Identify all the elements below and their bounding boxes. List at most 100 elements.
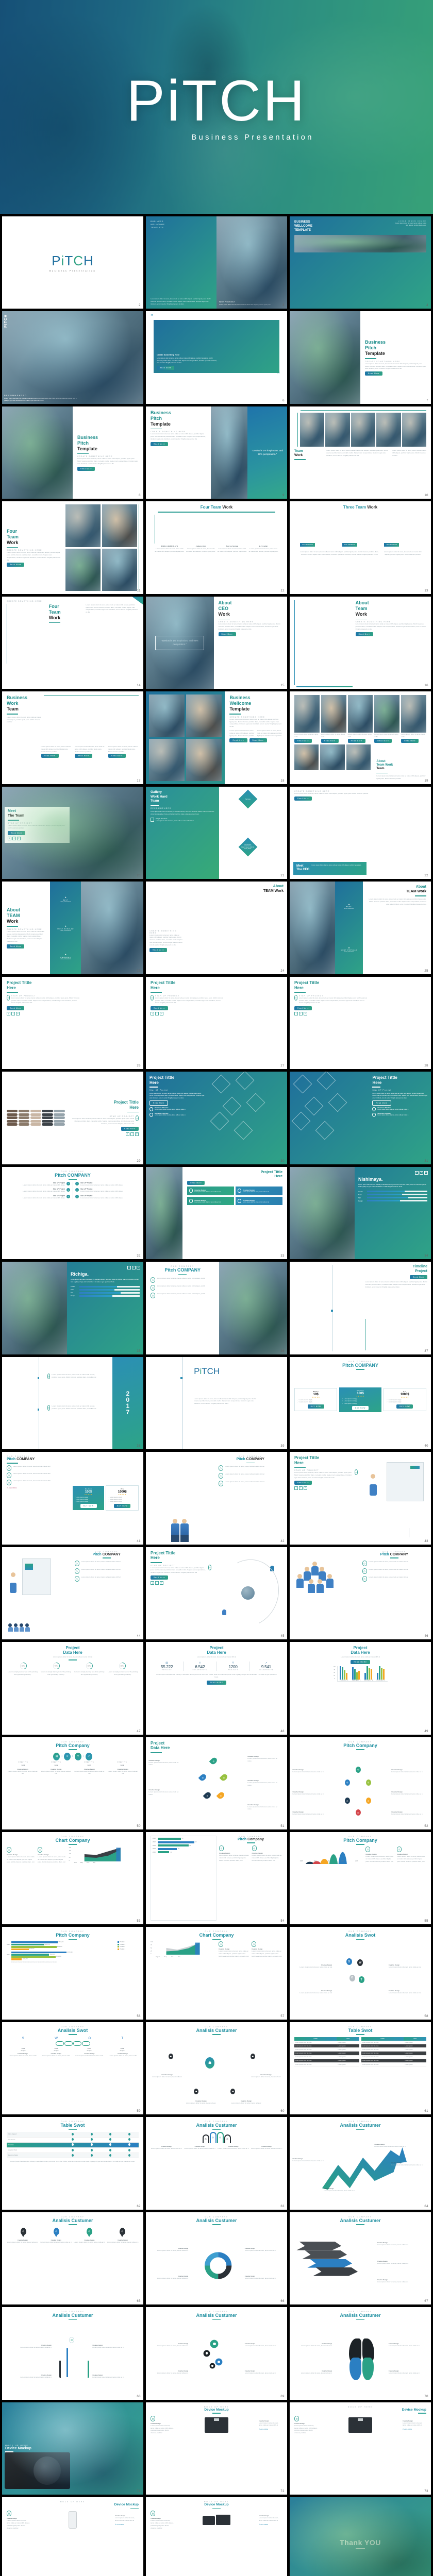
- slide-thumbnail[interactable]: Create Something Here Lorem ipsum dolor s…: [290, 786, 431, 879]
- feature-card[interactable]: Creative Design Lorem ipsum dolor sit ame…: [236, 1186, 282, 1195]
- slide-thumbnail[interactable]: MOCK UP HERE Device Mockup ▤ Creative Des…: [146, 2497, 287, 2576]
- read-more-button[interactable]: Read More: [77, 466, 95, 471]
- read-more-button[interactable]: Read More: [229, 738, 247, 743]
- social-icon[interactable]: t: [8, 836, 11, 840]
- slide-thumbnail[interactable]: BUSINESS WELLCOME TEMPLATE Lorem ipsum dol…: [146, 216, 287, 309]
- social-icon[interactable]: t: [126, 1132, 129, 1136]
- slide-thumbnail[interactable]: OUR COMPANY Analisis Custumer Creative D…: [146, 2212, 287, 2305]
- slide-thumbnail[interactable]: OUR COMPANY Analisis Custumer ◎ ◎ ◎ ◎ Cr…: [146, 2117, 287, 2210]
- slide-thumbnail[interactable]: Project Data Here Lorem ipsum dolor sit a…: [146, 1642, 287, 1735]
- slide-thumbnail[interactable]: OUR COMPANY Analisis Swot Creative Desig…: [290, 1927, 431, 2020]
- slide-thumbnail[interactable]: Business Pitch Template Create Something He…: [2, 406, 143, 499]
- slide-thumbnail[interactable]: tfP Nishimaya. Lorem Ipsum has been the …: [290, 1166, 431, 1260]
- slide-thumbnail[interactable]: About TEAM Work Create Something Here Lore…: [146, 882, 287, 974]
- slide-thumbnail[interactable]: Project Tittle Here Star UP Project Lorem…: [146, 1072, 287, 1164]
- slide-thumbnail[interactable]: PITCH RECOMMENDED Lorem Ipsum has been t…: [2, 311, 143, 404]
- social-icon[interactable]: P: [160, 1581, 163, 1585]
- slide-thumbnail[interactable]: Project Data Here Lorem ipsum dolor sit a…: [290, 1642, 431, 1735]
- slide-thumbnail[interactable]: OUR COMPANY Pitch COMPANY BASIC 10$ ★★★★…: [290, 1357, 431, 1450]
- buy-now-button[interactable]: BUY NOW: [352, 1405, 369, 1410]
- slide-thumbnail[interactable]: About TEAM Work Create Something Here Lorem …: [2, 882, 143, 974]
- social-icon[interactable]: P: [136, 1266, 140, 1270]
- slide-thumbnail[interactable]: ★ BEST amet, consectetur ★ MOST POPULAR amet,…: [290, 882, 431, 974]
- slide-thumbnail[interactable]: OUR COMPANY Pitch Company 2008 2010 2012 20…: [290, 1832, 431, 1925]
- social-icon[interactable]: P: [304, 1486, 307, 1490]
- social-icon[interactable]: P: [135, 1132, 139, 1136]
- slide-thumbnail[interactable]: OUR COMPANY Table Swot NAME INFO Lorem ip…: [290, 2022, 431, 2115]
- slide-thumbnail[interactable]: OUR COMPANY Analisis Swot SWOT 2015 Proje…: [2, 2022, 143, 2115]
- slide-thumbnail[interactable]: BUSINESS WELLCOME TEMPLATE LOREM IPSUM DOL…: [290, 216, 431, 309]
- pricing-card[interactable]: Pro 1000$ ★★★★★ ✓ Lorem ipsum is simply ✓ …: [106, 1485, 139, 1511]
- slide-thumbnail[interactable]: OUR COMPANY Analisis Custumer Creative D…: [290, 2307, 431, 2400]
- read-more-button[interactable]: READ MORE: [207, 1681, 226, 1685]
- pricing-card[interactable]: Medium 100$ ★★★★★ ✓ Lorem ipsum is simply…: [339, 1387, 381, 1412]
- slide-thumbnail[interactable]: OUR COMPANY Pitch COMPANY ◷ Lorem ipsum d…: [2, 1452, 143, 1545]
- slide-thumbnail[interactable]: Thank YOU: [290, 2497, 431, 2576]
- slide-thumbnail[interactable]: OUR COMPANY Analisis Custumer Creative D…: [146, 2307, 287, 2400]
- slide-thumbnail[interactable]: OUR COMPANY Pitch Company $644,200 2014 …: [2, 1927, 143, 2020]
- social-icon[interactable]: P: [16, 1012, 20, 1016]
- social-icon[interactable]: f: [419, 1171, 423, 1175]
- read-more-button[interactable]: Read More: [74, 754, 92, 758]
- slide-thumbnail[interactable]: MOCK UP HERE Device Mockup ▤ Creative Des…: [290, 2402, 431, 2495]
- read-more-button[interactable]: Read More: [374, 739, 392, 743]
- slide-thumbnail[interactable]: Business Work Team Lorem ipsum dolor sit am…: [2, 691, 143, 784]
- read-more-button[interactable]: Read More: [321, 739, 339, 743]
- social-icon[interactable]: f: [130, 1132, 134, 1136]
- slide-thumbnail[interactable]: OUR COMPANY Analisis Custumer ▤ Creative…: [2, 2307, 143, 2400]
- slide-thumbnail[interactable]: Team Work Lorem ipsum dolor sit amet, lac…: [290, 406, 431, 499]
- slide-thumbnail[interactable]: Create Something Here Four Team Work Lorem…: [2, 596, 143, 689]
- slide-thumbnail[interactable]: Project Tittle Here Star UP Project Lorem…: [290, 1072, 431, 1164]
- read-more-button[interactable]: Read More: [347, 739, 365, 743]
- slide-thumbnail[interactable]: Project Tittle Here Star UP Project Lorem …: [290, 1452, 431, 1545]
- social-links[interactable]: tfP: [151, 1581, 211, 1585]
- slide-thumbnail[interactable]: OUR COMPANY Analisis Custumer Creative D…: [290, 2117, 431, 2210]
- buy-now-button[interactable]: BUY NOW: [80, 1504, 97, 1509]
- slide-thumbnail[interactable]: OUR COMPANY Chart Company ◷ Creative Desi…: [2, 1832, 143, 1925]
- social-icon[interactable]: t: [7, 1012, 10, 1016]
- slide-thumbnail[interactable]: OUR COMPANY Analisis Custumer Creative D…: [290, 2212, 431, 2305]
- slide-thumbnail[interactable]: Project Data Here Lorem ipsum dolor sit a…: [2, 1642, 143, 1735]
- social-icon[interactable]: t: [151, 1012, 154, 1016]
- read-more-button[interactable]: Read More: [7, 1006, 25, 1011]
- slide-thumbnail[interactable]: Project Tittle Here Star UP Project Lorem …: [146, 1547, 287, 1640]
- read-more-button[interactable]: Read More: [294, 739, 312, 743]
- slide-thumbnail[interactable]: Gallery Work Hard Team RECOMMENDED Lorem I…: [146, 786, 287, 879]
- slide-thumbnail[interactable]: PiTCH Business Presentation 2: [2, 216, 143, 309]
- feature-card[interactable]: Creative Design Lorem ipsum dolor sit ame…: [236, 1196, 282, 1206]
- slide-thumbnail[interactable]: 2010 60 2012 95 2013 80 2014 50 2015 30: [146, 1832, 287, 1925]
- social-icon[interactable]: t: [294, 1012, 298, 1016]
- slide-thumbnail[interactable]: MOCK UP HERE Device Mockup ▤ Creative Des…: [2, 2497, 143, 2576]
- buy-now-button[interactable]: BUY NOW: [307, 1404, 324, 1409]
- slide-thumbnail[interactable]: OUR COMPANY Pitch Company Creative Desig…: [290, 1737, 431, 1829]
- slide-thumbnail[interactable]: OUR COMPANY Pitch COMPANY ◷ Lorem ipsum d…: [146, 1262, 287, 1354]
- slide-thumbnail[interactable]: Project Tittle Here Read More Creative De…: [146, 1166, 287, 1260]
- read-more-button[interactable]: Read More: [7, 563, 25, 567]
- slide-thumbnail[interactable]: MOCK UP HERE Device Mockup ▤ Creative Des…: [146, 2402, 287, 2495]
- read-more-button[interactable]: Read More: [401, 739, 419, 743]
- read-more-button[interactable]: Read More: [249, 738, 267, 743]
- read-more-button[interactable]: Read More: [121, 1126, 139, 1131]
- social-icon[interactable]: P: [160, 1012, 163, 1016]
- slide-thumbnail[interactable]: About Team Work Create Something Here Lorem …: [290, 596, 431, 689]
- feature-card[interactable]: Creative Design Lorem ipsum dolor sit ame…: [187, 1196, 235, 1206]
- read-more-button[interactable]: Read More: [294, 1006, 312, 1011]
- slide-thumbnail[interactable]: OUR COMPANY Pitch COMPANY ◷ Lorem ipsum d…: [146, 1452, 287, 1545]
- social-icon[interactable]: t: [294, 1486, 298, 1490]
- read-more-button[interactable]: Read More: [7, 944, 25, 948]
- social-icon[interactable]: f: [299, 1012, 303, 1016]
- read-more-button[interactable]: Read More: [151, 1575, 169, 1580]
- read-more-button[interactable]: Read More: [149, 947, 168, 952]
- pricing-card[interactable]: BASIC 10$ ★★★★★ ✓ Lorem ipsum is simply ✓ L…: [294, 1387, 338, 1412]
- social-icon[interactable]: P: [304, 1012, 307, 1016]
- social-icon[interactable]: f: [11, 1012, 15, 1016]
- read-more-button[interactable]: Read More: [41, 754, 59, 758]
- slide-thumbnail[interactable]: “ Create Something Here Lorem ipsum dolo…: [146, 311, 287, 404]
- feature-card[interactable]: Creative Design Lorem ipsum dolor sit ame…: [187, 1186, 235, 1195]
- slide-thumbnail[interactable]: Meet The Team Star UP Project Lorem ipsum …: [2, 786, 143, 879]
- social-icon[interactable]: f: [155, 1012, 159, 1016]
- read-more-button[interactable]: Read More: [149, 1100, 169, 1106]
- social-icon[interactable]: f: [12, 836, 16, 840]
- social-icon[interactable]: t: [127, 1266, 131, 1270]
- slide-thumbnail[interactable]: ◷ Lorem ipsum dolor sit amet, lacus nulla…: [2, 1357, 143, 1450]
